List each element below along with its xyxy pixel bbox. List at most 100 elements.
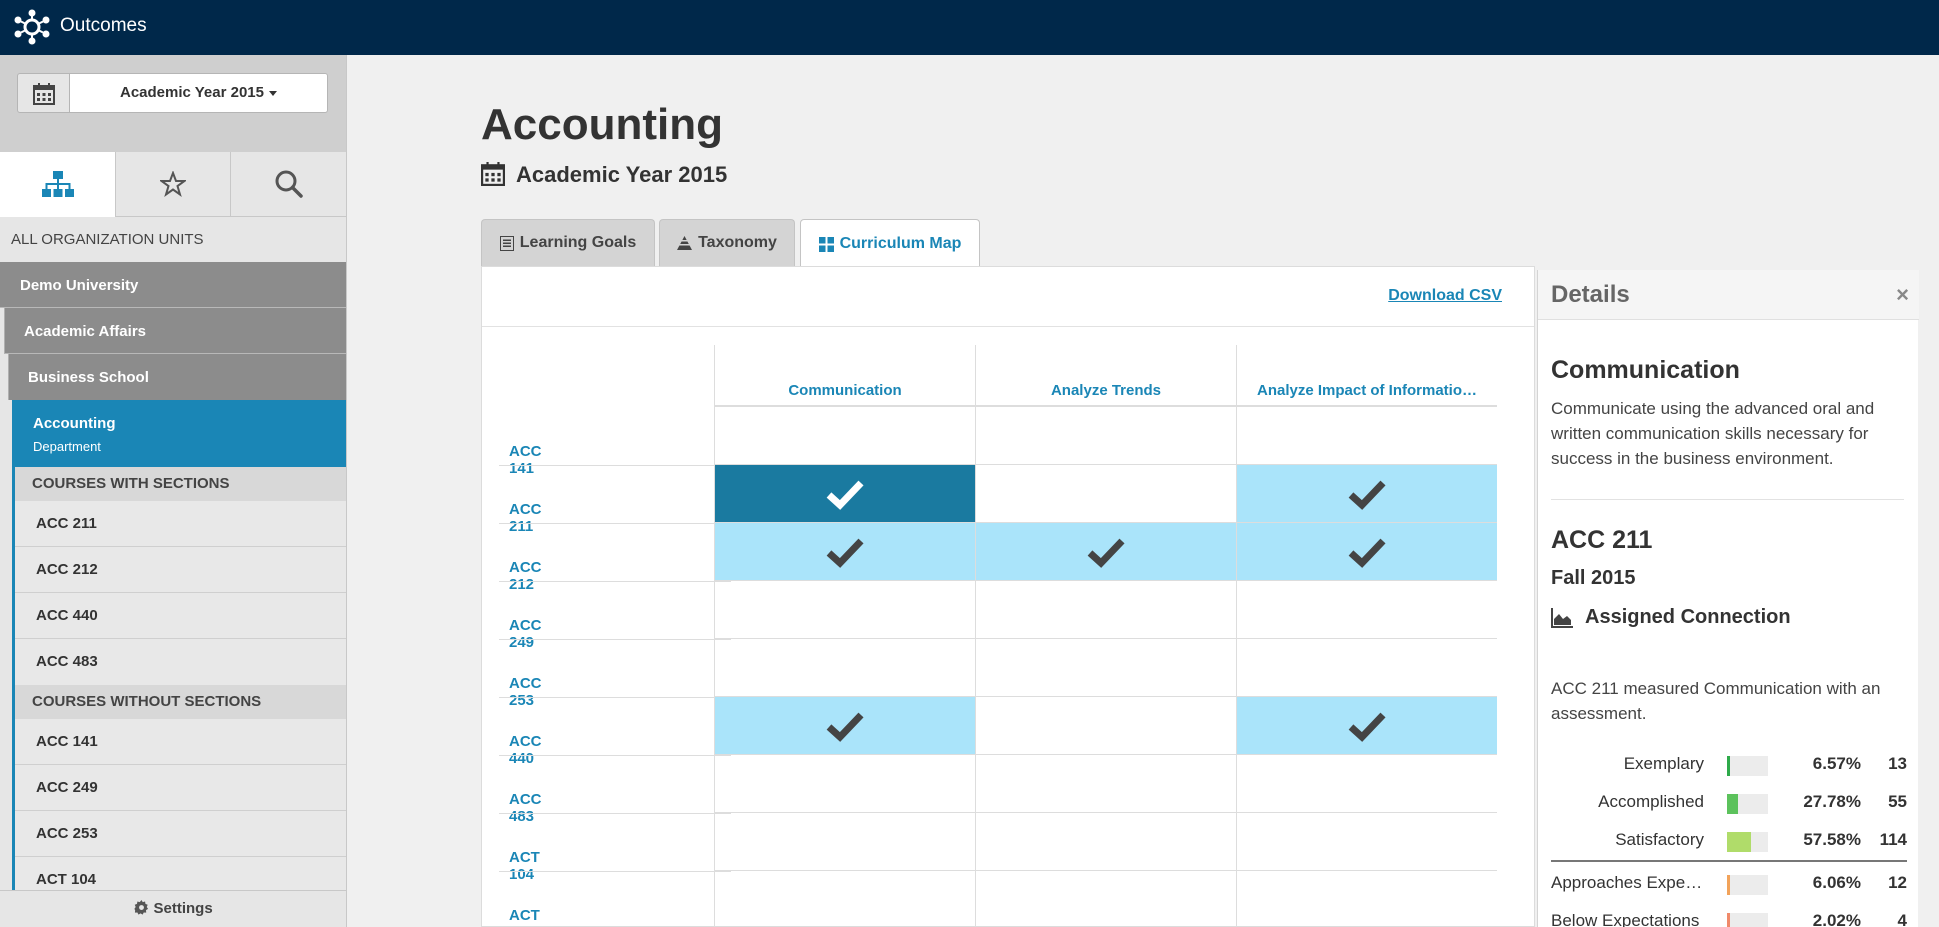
- map-cell[interactable]: [1236, 581, 1497, 639]
- map-cell[interactable]: [1236, 639, 1497, 697]
- search-icon: [275, 170, 303, 198]
- checkmark-icon: [1348, 538, 1386, 568]
- page-academic-year: Academic Year 2015: [516, 162, 728, 187]
- stat-bar-fill: [1727, 875, 1730, 895]
- courses-with-sections-heading: COURSES WITH SECTIONS: [15, 467, 346, 501]
- stat-bar: [1727, 794, 1768, 814]
- stat-count: 55: [1888, 792, 1907, 811]
- row-course-link[interactable]: ACT 195: [509, 907, 540, 927]
- checkmark-icon: [1348, 712, 1386, 742]
- map-cell[interactable]: [975, 871, 1236, 927]
- outcomes-logo-icon[interactable]: [12, 9, 52, 45]
- row-course-link[interactable]: ACC 212: [509, 559, 542, 593]
- map-cell[interactable]: [1236, 523, 1497, 581]
- tab-favorites[interactable]: [116, 152, 231, 217]
- map-cell[interactable]: [975, 407, 1236, 465]
- row-divider: [499, 465, 731, 466]
- map-cell[interactable]: [714, 813, 975, 871]
- courses-without-sections-heading: COURSES WITHOUT SECTIONS: [15, 685, 346, 719]
- map-cell[interactable]: [975, 755, 1236, 813]
- org-unit-academic-affairs[interactable]: Academic Affairs: [4, 308, 346, 354]
- assigned-connection-label: Assigned Connection: [1585, 606, 1791, 628]
- assigned-connection: Assigned Connection: [1551, 606, 1791, 629]
- calendar-button[interactable]: [17, 73, 70, 113]
- course-item[interactable]: ACC 253: [15, 811, 346, 857]
- org-unit-demo-university[interactable]: Demo University: [0, 262, 346, 308]
- star-icon: [160, 171, 186, 197]
- row-course-link[interactable]: ACC 440: [509, 733, 542, 767]
- course-title: ACC 211: [1551, 526, 1653, 554]
- map-cell[interactable]: [1236, 697, 1497, 755]
- academic-year-dropdown[interactable]: Academic Year 2015: [69, 73, 328, 113]
- course-item[interactable]: ACC 211: [15, 501, 346, 547]
- row-course-link[interactable]: ACC 249: [509, 617, 542, 651]
- column-header[interactable]: Communication: [714, 345, 975, 407]
- map-cell[interactable]: [975, 465, 1236, 523]
- details-title: Details: [1551, 281, 1630, 308]
- course-term: Fall 2015: [1551, 567, 1636, 589]
- map-cell[interactable]: [714, 697, 975, 755]
- column-header[interactable]: Analyze Trends: [975, 345, 1236, 407]
- settings-button[interactable]: Settings: [0, 890, 346, 927]
- stat-bar: [1727, 832, 1768, 852]
- map-cell[interactable]: [1236, 871, 1497, 927]
- map-cell[interactable]: [714, 639, 975, 697]
- tab-learning-goals[interactable]: Learning Goals: [481, 219, 655, 266]
- tab-search[interactable]: [231, 152, 346, 217]
- tab-label: Curriculum Map: [839, 235, 962, 252]
- download-csv-link[interactable]: Download CSV: [1388, 287, 1502, 305]
- stat-label: Satisfactory: [1615, 830, 1704, 849]
- tab-curriculum-map[interactable]: Curriculum Map: [800, 219, 980, 268]
- map-cell[interactable]: [975, 697, 1236, 755]
- sidebar: Academic Year 2015 ALL ORGANIZATION UNIT…: [0, 55, 347, 927]
- row-divider: [499, 581, 731, 582]
- row-course-link[interactable]: ACC 141: [509, 443, 542, 477]
- map-cell[interactable]: [1236, 813, 1497, 871]
- stat-bar: [1727, 756, 1768, 776]
- page-title: Accounting: [481, 100, 723, 149]
- course-item[interactable]: ACC 440: [15, 593, 346, 639]
- map-cell[interactable]: [975, 523, 1236, 581]
- map-cell[interactable]: [714, 581, 975, 639]
- map-cell[interactable]: [1236, 465, 1497, 523]
- stat-bar: [1727, 875, 1768, 895]
- map-cell[interactable]: [1236, 407, 1497, 465]
- year-selector-bar: Academic Year 2015: [0, 55, 346, 152]
- course-item[interactable]: ACC 483: [15, 639, 346, 685]
- row-divider: [499, 755, 731, 756]
- map-cell[interactable]: [975, 813, 1236, 871]
- tab-taxonomy[interactable]: Taxonomy: [659, 219, 795, 266]
- stat-percent: 2.02%: [1812, 911, 1861, 927]
- stat-row: Exemplary 6.57% 13: [1551, 745, 1907, 783]
- column-header[interactable]: Analyze Impact of Informatio…: [1236, 345, 1497, 407]
- map-cell[interactable]: [714, 465, 975, 523]
- map-cell[interactable]: [714, 871, 975, 927]
- all-organization-units-link[interactable]: ALL ORGANIZATION UNITS: [11, 231, 204, 248]
- tab-hierarchy[interactable]: [0, 152, 116, 217]
- stats-divider: [1551, 860, 1907, 862]
- course-item[interactable]: ACC 141: [15, 719, 346, 765]
- row-course-link[interactable]: ACC 253: [509, 675, 542, 709]
- top-bar: Outcomes: [0, 0, 1939, 55]
- map-cell[interactable]: [1236, 755, 1497, 813]
- map-cell[interactable]: [975, 581, 1236, 639]
- map-cell[interactable]: [714, 523, 975, 581]
- org-unit-business-school[interactable]: Business School: [8, 354, 346, 400]
- course-item[interactable]: ACC 212: [15, 547, 346, 593]
- stat-percent: 57.58%: [1803, 830, 1861, 849]
- row-course-link[interactable]: ACC 483: [509, 791, 542, 825]
- map-cell[interactable]: [714, 755, 975, 813]
- close-icon[interactable]: ×: [1896, 282, 1909, 308]
- org-unit-accounting-selected[interactable]: Accounting Department: [12, 400, 346, 467]
- gear-icon: [134, 900, 149, 915]
- map-cell[interactable]: [975, 639, 1236, 697]
- row-course-link[interactable]: ACT 104: [509, 849, 540, 883]
- stat-row: Satisfactory 57.58% 114: [1551, 821, 1907, 859]
- measure-text: ACC 211 measured Communication with an a…: [1551, 679, 1881, 723]
- row-course-link[interactable]: ACC 211: [509, 501, 542, 535]
- map-cell[interactable]: [714, 407, 975, 465]
- course-item[interactable]: ACC 249: [15, 765, 346, 811]
- tab-label: Taxonomy: [698, 234, 777, 251]
- details-separator: [1551, 499, 1904, 500]
- stat-bar-fill: [1727, 794, 1739, 814]
